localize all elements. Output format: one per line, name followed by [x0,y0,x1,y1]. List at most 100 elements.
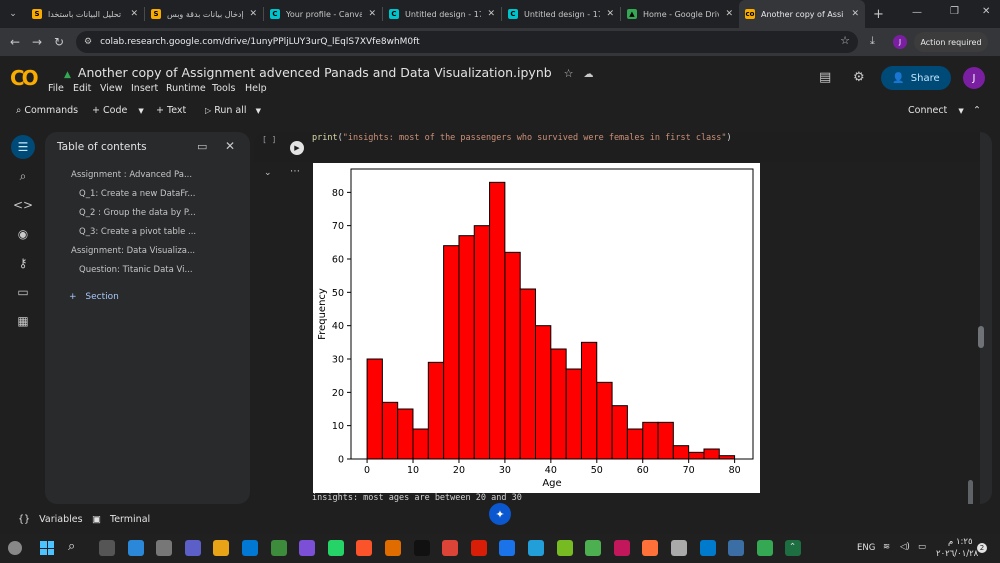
notebook-title[interactable]: ▲ Another copy of Assignment advenced Pa… [64,65,594,80]
taskbar-app-icon[interactable] [585,540,602,556]
forward-icon[interactable]: → [26,35,48,49]
collapse-header-icon[interactable]: ⌃ [973,105,981,116]
toc-item[interactable]: Q_1: Create a new DataFr... [79,189,239,199]
variables-inspector-icon[interactable]: ◉ [11,222,35,246]
action-required-button[interactable]: Action required [914,32,988,52]
tab-close-icon[interactable]: ✕ [249,9,257,19]
close-window-icon[interactable]: ✕ [982,6,990,17]
browser-tab[interactable]: C Untitled design - 170 ✕ [383,0,501,28]
collapse-output-icon[interactable]: ⌄ [264,168,272,178]
secrets-key-icon[interactable]: ⚷ [11,251,35,275]
taskbar-app-icon[interactable] [728,540,745,556]
tab-close-icon[interactable]: ✕ [725,9,733,19]
add-code-button[interactable]: + Code ▼ [92,105,144,116]
connect-button[interactable]: Connect ▼ [908,105,964,116]
restore-icon[interactable]: ❐ [950,6,959,17]
browser-tab[interactable]: co Another copy of Assi ✕ [739,0,865,28]
menu-edit[interactable]: Edit [73,83,91,94]
browser-tab[interactable]: C Your profile - Canva ✕ [264,0,382,28]
clock-date[interactable]: ٢٠٢٦/٠١/٢٨ [936,549,978,559]
code-line[interactable]: print("insights: most of the passengers … [312,133,732,143]
menu-tools[interactable]: Tools [212,83,235,94]
chevron-down-icon[interactable]: ▼ [958,107,963,115]
taskbar-app-icon[interactable] [299,540,316,556]
output-menu-icon[interactable]: ⋯ [290,166,300,177]
toc-item[interactable]: Question: Titanic Data Vi... [79,265,239,275]
code-cell[interactable]: [ ] ▶ print("insights: most of the passe… [254,132,980,162]
taskbar-app-icon[interactable] [699,540,716,556]
tab-close-icon[interactable]: ✕ [606,9,614,19]
chevron-down-icon[interactable]: ▼ [138,107,143,115]
taskbar-app-icon[interactable] [613,540,630,556]
back-icon[interactable]: ← [4,35,26,49]
taskbar-app-icon[interactable] [242,540,258,556]
battery-icon[interactable]: ▭ [918,542,926,552]
minimize-icon[interactable]: — [912,7,922,18]
run-all-button[interactable]: ▷ Run all ▼ [205,105,261,116]
tab-search-icon[interactable]: ⌄ [0,9,26,19]
terminal-button[interactable]: ▣ Terminal [92,514,150,525]
browser-tab[interactable]: S تحليل البيانات باستخدا ✕ [26,0,144,28]
tab-close-icon[interactable]: ✕ [130,9,138,19]
taskbar-app-icon[interactable] [413,540,430,556]
menu-help[interactable]: Help [245,83,267,94]
menu-file[interactable]: File [48,83,64,94]
bookmark-star-icon[interactable]: ☆ [840,34,850,47]
start-button-icon[interactable] [40,541,54,555]
address-bar[interactable]: ⚙ colab.research.google.com/drive/1unyPP… [76,31,858,53]
clock-time[interactable]: ١:٢٥ م [948,537,973,547]
notebook-scrollbar[interactable] [978,326,984,348]
wifi-icon[interactable]: ≋ [883,542,890,552]
taskbar-app-icon[interactable] [184,540,201,556]
menu-insert[interactable]: Insert [131,83,158,94]
add-section-button[interactable]: + Section [69,292,119,302]
taskbar-app-icon[interactable] [756,540,773,556]
profile-avatar[interactable]: J [893,35,907,49]
toc-open-tab-icon[interactable]: ▭ [197,140,207,153]
chevron-down-icon[interactable]: ▼ [256,107,261,115]
taskbar-app-icon[interactable] [671,540,687,556]
notebook-title-text[interactable]: Another copy of Assignment advenced Pana… [78,65,552,80]
menu-view[interactable]: View [100,83,123,94]
toc-item[interactable]: Q_2 : Group the data by P... [79,208,239,218]
colab-logo[interactable]: CO [10,66,39,90]
files-folder-icon[interactable]: ▭ [11,280,35,304]
new-tab-button[interactable]: + [873,7,884,22]
taskbar-app-icon[interactable] [127,540,144,556]
code-snippets-icon[interactable]: <> [11,193,35,217]
commands-button[interactable]: ⌕ Commands [16,105,78,116]
comments-icon[interactable]: ▤ [819,70,831,85]
taskbar-app-icon[interactable] [442,540,459,556]
browser-tab[interactable]: C Untitled design - 170 ✕ [502,0,620,28]
download-icon[interactable]: ⤓ [870,34,875,48]
tab-close-icon[interactable]: ✕ [368,9,376,19]
taskbar-app-icon[interactable] [499,540,516,556]
taskbar-app-icon[interactable] [642,540,659,556]
taskbar-app-icon[interactable] [385,540,401,556]
volume-icon[interactable]: ◁) [900,542,910,552]
taskbar-app-icon[interactable] [528,540,544,556]
taskbar-app-icon[interactable] [470,540,487,556]
reload-icon[interactable]: ↻ [48,35,70,49]
browser-tab[interactable]: ▲ Home - Google Drive ✕ [621,0,739,28]
star-icon[interactable]: ☆ [564,67,574,80]
data-table-icon[interactable]: ▦ [11,309,35,333]
browser-tab[interactable]: S إدخال بيانات بدقة وبس ✕ [145,0,263,28]
toc-item[interactable]: Assignment: Data Visualiza... [71,246,231,256]
find-icon[interactable]: ⌕ [11,164,35,188]
settings-gear-icon[interactable]: ⚙ [853,70,865,85]
taskbar-app-icon[interactable] [270,540,287,556]
weather-icon[interactable] [8,541,22,555]
taskbar-app-icon[interactable] [556,540,573,556]
taskbar-app-icon[interactable] [356,540,373,556]
gemini-sparkle-button[interactable]: ✦ [489,503,511,525]
toc-item[interactable]: Q_3: Create a pivot table ... [79,227,239,237]
run-cell-button[interactable]: ▶ [290,141,304,155]
taskbar-search-icon[interactable]: ⌕ [68,539,75,554]
variables-button[interactable]: {} Variables [18,514,83,525]
language-indicator[interactable]: ENG [857,543,875,553]
taskbar-app-icon[interactable] [156,540,173,556]
taskbar-app-icon[interactable] [213,540,230,556]
taskbar-app-icon[interactable] [99,540,115,556]
toc-close-icon[interactable]: ✕ [225,139,235,153]
